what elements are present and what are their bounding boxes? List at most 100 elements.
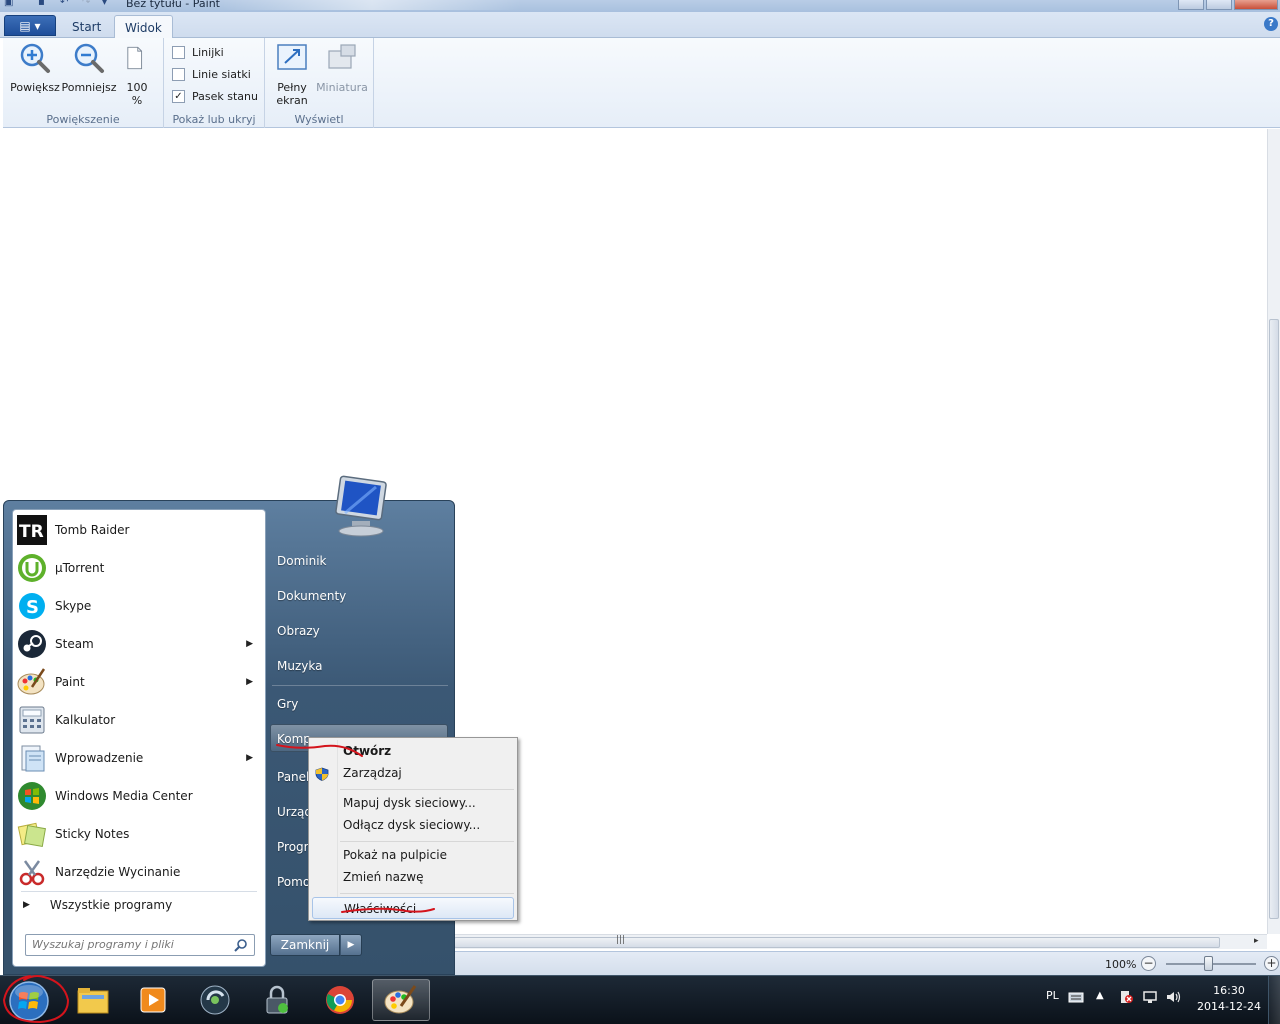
tab-start[interactable]: Start bbox=[62, 15, 111, 38]
hundred-percent-label-2: % bbox=[131, 94, 143, 107]
start-item-utorrent[interactable]: µTorrent bbox=[17, 550, 261, 586]
taskbar-paint[interactable] bbox=[372, 979, 430, 1021]
paint-app-icon[interactable]: ▣ bbox=[4, 0, 13, 8]
context-item-disconnect-network-drive[interactable]: Odłącz dysk sieciowy... bbox=[312, 814, 514, 836]
start-item-media-center[interactable]: Windows Media Center bbox=[17, 778, 261, 814]
start-link-control-panel[interactable]: Panel bbox=[277, 770, 309, 784]
clock-date[interactable]: 2014-12-24 bbox=[1197, 1000, 1261, 1013]
volume-icon[interactable] bbox=[1165, 990, 1181, 1004]
show-hidden-icons-icon[interactable]: ▲ bbox=[1096, 990, 1112, 1004]
context-item-properties[interactable]: Właściwości bbox=[312, 897, 514, 919]
customize-quick-access-icon[interactable]: ▾ bbox=[102, 0, 107, 8]
scroll-grip-icon: ||| bbox=[616, 935, 626, 945]
start-link-music[interactable]: Muzyka bbox=[277, 659, 322, 673]
horizontal-scroll-thumb[interactable] bbox=[454, 937, 1220, 948]
start-link-games[interactable]: Gry bbox=[277, 697, 298, 711]
start-link-documents[interactable]: Dokumenty bbox=[277, 589, 346, 603]
rulers-checkbox[interactable]: Linijki bbox=[172, 46, 224, 59]
context-item-manage[interactable]: Zarządzaj bbox=[312, 762, 514, 784]
shutdown-options-arrow-icon[interactable]: ▶ bbox=[340, 934, 362, 956]
zoom-in-button[interactable]: Powiększ bbox=[9, 42, 61, 94]
network-icon[interactable] bbox=[1142, 990, 1158, 1004]
start-link-default-programs[interactable]: Progr bbox=[277, 840, 309, 854]
taskbar-chrome[interactable] bbox=[311, 979, 369, 1021]
gridlines-checkbox[interactable]: Linie siatki bbox=[172, 68, 251, 81]
horizontal-scrollbar[interactable]: ||| ▸ bbox=[454, 934, 1267, 949]
start-link-help[interactable]: Pomo bbox=[277, 875, 310, 889]
scroll-right-arrow-icon[interactable]: ▸ bbox=[1254, 936, 1259, 946]
action-center-icon[interactable] bbox=[1118, 990, 1134, 1004]
submenu-arrow-icon: ▶ bbox=[246, 639, 253, 649]
statusbar-checkbox[interactable]: ✓ Pasek stanu bbox=[172, 90, 258, 103]
vertical-scrollbar[interactable] bbox=[1267, 129, 1280, 934]
zoom-minus-icon[interactable]: − bbox=[1141, 956, 1156, 971]
start-item-calculator[interactable]: Kalkulator bbox=[17, 702, 261, 738]
fullscreen-label-2: ekran bbox=[276, 94, 308, 107]
search-input[interactable] bbox=[32, 938, 222, 951]
start-link-pictures[interactable]: Obrazy bbox=[277, 624, 320, 638]
gridlines-checkbox-box[interactable] bbox=[172, 68, 185, 81]
start-item-snipping-tool[interactable]: Narzędzie Wycinanie bbox=[17, 854, 261, 890]
title-bar-glow bbox=[222, 0, 522, 10]
show-desktop-button[interactable] bbox=[1268, 976, 1280, 1024]
context-separator bbox=[340, 789, 514, 790]
start-item-paint[interactable]: Paint ▶ bbox=[17, 664, 261, 700]
start-item-label: Sticky Notes bbox=[55, 827, 130, 841]
context-item-rename[interactable]: Zmień nazwę bbox=[312, 866, 514, 888]
zoom-in-label: Powiększ bbox=[10, 81, 60, 94]
start-item-getting-started[interactable]: Wprowadzenie ▶ bbox=[17, 740, 261, 776]
paint-icon bbox=[17, 668, 46, 695]
close-button[interactable] bbox=[1234, 0, 1278, 10]
context-item-map-network-drive[interactable]: Mapuj dysk sieciowy... bbox=[312, 792, 514, 814]
search-icon[interactable] bbox=[234, 938, 248, 952]
start-item-sticky-notes[interactable]: Sticky Notes bbox=[17, 816, 261, 852]
start-item-skype[interactable]: S Skype bbox=[17, 588, 261, 624]
statusbar-checkbox-box[interactable]: ✓ bbox=[172, 90, 185, 103]
hundred-percent-button[interactable]: 100 % bbox=[117, 42, 157, 107]
start-menu-programs-pane: TR Tomb Raider µTorrent S Skype Steam ▶ … bbox=[12, 509, 266, 967]
sticky-notes-icon bbox=[17, 822, 47, 848]
vertical-scroll-thumb[interactable] bbox=[1269, 319, 1279, 919]
keyboard-icon[interactable] bbox=[1068, 990, 1084, 1004]
paint-menu-button[interactable]: ▤ ▾ bbox=[4, 15, 56, 36]
redo-icon[interactable]: ↷ bbox=[82, 0, 90, 8]
start-item-steam[interactable]: Steam ▶ bbox=[17, 626, 261, 662]
menu-icon: ▤ ▾ bbox=[19, 18, 41, 33]
fullscreen-button[interactable]: Pełny ekran bbox=[271, 42, 313, 107]
skype-icon: S bbox=[19, 593, 45, 619]
clock-time[interactable]: 16:30 bbox=[1197, 984, 1261, 997]
all-programs-button[interactable]: ▶ Wszystkie programy bbox=[23, 898, 172, 912]
taskbar-lock-app[interactable] bbox=[248, 979, 306, 1021]
start-link-devices[interactable]: Urząd bbox=[277, 805, 312, 819]
thumbnail-button[interactable]: Miniatura bbox=[313, 42, 371, 94]
shutdown-button[interactable]: Zamknij bbox=[270, 934, 340, 956]
paint-icon bbox=[384, 985, 417, 1014]
computer-monitor-icon bbox=[335, 475, 387, 537]
hundred-percent-label-1: 100 bbox=[126, 81, 148, 94]
rulers-checkbox-box[interactable] bbox=[172, 46, 185, 59]
taskbar-media-center[interactable] bbox=[186, 979, 244, 1021]
zoom-slider-thumb[interactable] bbox=[1204, 956, 1213, 971]
search-box[interactable] bbox=[25, 934, 255, 956]
context-item-show-on-desktop[interactable]: Pokaż na pulpicie bbox=[312, 844, 514, 866]
tab-view[interactable]: Widok bbox=[114, 15, 173, 39]
start-item-tomb-raider[interactable]: TR Tomb Raider bbox=[17, 512, 261, 548]
maximize-button[interactable] bbox=[1206, 0, 1232, 10]
help-icon[interactable]: ? bbox=[1264, 17, 1278, 31]
taskbar-media-player[interactable] bbox=[124, 979, 182, 1021]
start-orb-icon[interactable] bbox=[8, 980, 50, 1022]
taskbar-explorer[interactable] bbox=[64, 979, 122, 1021]
start-link-computer[interactable]: Komp bbox=[277, 732, 311, 746]
save-icon[interactable]: ▪ bbox=[38, 0, 45, 8]
ribbon-group-zoom: Powiększ Pomniejsz 100 % Powiększenie bbox=[3, 38, 164, 128]
language-indicator[interactable]: PL bbox=[1046, 989, 1059, 1002]
zoom-plus-icon[interactable]: + bbox=[1264, 956, 1279, 971]
undo-icon[interactable]: ↶ bbox=[60, 0, 68, 8]
start-item-label: Tomb Raider bbox=[55, 523, 130, 537]
context-item-open[interactable]: Otwórz bbox=[312, 740, 514, 762]
steam-icon bbox=[18, 630, 46, 658]
zoom-out-button[interactable]: Pomniejsz bbox=[61, 42, 117, 94]
explorer-icon bbox=[77, 988, 109, 1014]
start-link-user[interactable]: Dominik bbox=[277, 554, 327, 568]
minimize-button[interactable] bbox=[1178, 0, 1204, 10]
